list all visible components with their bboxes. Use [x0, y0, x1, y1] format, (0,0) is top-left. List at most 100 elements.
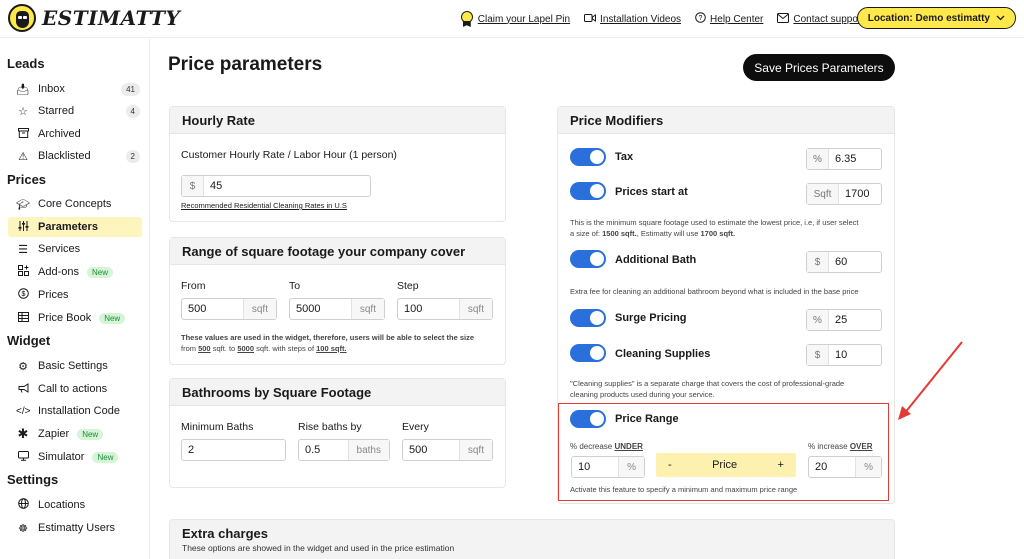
- leads-section-title: Leads: [7, 56, 45, 71]
- hourly-rate-title: Hourly Rate: [170, 107, 505, 134]
- list-icon: ☰: [18, 243, 28, 256]
- new-badge: New: [77, 428, 104, 440]
- svg-text:$: $: [21, 291, 25, 298]
- annotation-arrow-icon: [898, 341, 963, 420]
- contact-support-link[interactable]: Contact support: [777, 11, 864, 27]
- sidebar-item-call-to-actions[interactable]: Call to actions: [8, 379, 142, 399]
- every-input[interactable]: 500 sqft: [402, 439, 493, 461]
- location-selector[interactable]: Location: Demo estimatty: [856, 7, 1016, 29]
- claim-pin-link[interactable]: Claim your Lapel Pin: [460, 11, 570, 27]
- sidebar-item-prices[interactable]: $ Prices: [8, 285, 142, 305]
- rise-baths-input[interactable]: 0.5 baths: [298, 439, 390, 461]
- range-note-line1: These values are used in the widget, the…: [181, 333, 475, 342]
- surge-pricing-input[interactable]: % 25: [806, 309, 882, 331]
- from-label: From: [181, 280, 206, 292]
- bathrooms-card: Bathrooms by Square Footage: [169, 378, 506, 488]
- svg-text:?: ?: [699, 15, 703, 22]
- to-input[interactable]: 5000 sqft: [289, 298, 385, 320]
- price-modifiers-title: Price Modifiers: [558, 107, 894, 134]
- price-decrease-button[interactable]: -: [668, 459, 672, 471]
- surge-pricing-toggle[interactable]: [570, 309, 606, 327]
- cleaning-supplies-note-line2: cleaning products used during your servi…: [570, 390, 715, 399]
- archive-icon: [16, 127, 30, 141]
- cleaning-supplies-toggle[interactable]: [570, 344, 606, 362]
- extra-charges-subtitle: These options are showed in the widget a…: [182, 543, 455, 553]
- additional-bath-label: Additional Bath: [615, 254, 697, 266]
- sidebar-item-locations[interactable]: Locations: [8, 495, 142, 515]
- sidebar-item-blacklisted[interactable]: ⚠︎ Blacklisted 2: [8, 146, 142, 166]
- top-bar: ESTIMATTY Claim your Lapel Pin Installat…: [0, 0, 1024, 38]
- logo[interactable]: ESTIMATTY: [8, 4, 180, 32]
- mail-icon: [777, 12, 790, 26]
- price-range-toggle[interactable]: [570, 410, 606, 428]
- save-prices-parameters-button[interactable]: Save Prices Parameters: [743, 54, 895, 81]
- prices-start-toggle[interactable]: [570, 182, 606, 200]
- bathrooms-title: Bathrooms by Square Footage: [170, 379, 505, 406]
- new-badge: New: [99, 312, 126, 324]
- tax-toggle[interactable]: [570, 148, 606, 166]
- recommended-rates-link[interactable]: Recommended Residential Cleaning Rates i…: [181, 201, 347, 210]
- price-range-note: Activate this feature to specify a minim…: [570, 485, 798, 494]
- price-range-preview: - Price +: [656, 453, 796, 477]
- decrease-under-label: % decrease UNDER: [570, 442, 643, 451]
- sidebar-item-simulator[interactable]: Simulator New: [8, 447, 142, 467]
- settings-section-title: Settings: [7, 472, 59, 487]
- every-label: Every: [402, 421, 429, 433]
- code-icon: </>: [16, 405, 31, 417]
- prices-start-note-line1: This is the minimum square footage used …: [570, 218, 859, 227]
- prices-start-note-line2: a size of: 1500 sqft., Estimatty will us…: [570, 229, 736, 238]
- sidebar-item-core-concepts[interactable]: 🎓︎ Core Concepts: [8, 194, 142, 214]
- price-preview-label: Price: [712, 459, 738, 471]
- megaphone-icon: [16, 382, 30, 396]
- rise-baths-label: Rise baths by: [298, 421, 362, 433]
- widget-section-title: Widget: [7, 333, 51, 348]
- new-badge: New: [86, 266, 113, 278]
- graduation-cap-icon: 🎓︎: [16, 198, 30, 211]
- sidebar-item-zapier[interactable]: ✱ Zapier New: [8, 424, 142, 444]
- chevron-down-icon: [996, 13, 1005, 24]
- sidebar-item-basic-settings[interactable]: ⚙︎ Basic Settings: [8, 356, 142, 376]
- star-icon: ☆: [18, 105, 28, 118]
- extra-charges-card: Extra charges These options are showed i…: [169, 519, 895, 559]
- increase-over-label: % increase OVER: [808, 442, 873, 451]
- additional-bath-toggle[interactable]: [570, 250, 606, 268]
- sidebar-item-estimatty-users[interactable]: ☸︎ Estimatty Users: [8, 518, 142, 538]
- table-icon: [16, 311, 30, 325]
- lapel-pin-icon: [460, 11, 474, 27]
- help-icon: ?: [695, 12, 706, 26]
- new-badge: New: [92, 451, 119, 463]
- sidebar-item-parameters[interactable]: Parameters: [8, 217, 142, 237]
- cleaning-supplies-note-line1: "Cleaning supplies" is a separate charge…: [570, 379, 845, 388]
- sidebar-item-inbox[interactable]: 📥︎ Inbox 41: [8, 79, 142, 99]
- sidebar-item-price-book[interactable]: Price Book New: [8, 308, 142, 328]
- step-input[interactable]: 100 sqft: [397, 298, 493, 320]
- dollar-circle-icon: $: [16, 288, 30, 302]
- installation-videos-link[interactable]: Installation Videos: [584, 11, 681, 27]
- additional-bath-input[interactable]: $ 60: [806, 251, 882, 273]
- min-baths-input[interactable]: 2: [181, 439, 286, 461]
- cleaning-supplies-input[interactable]: $ 10: [806, 344, 882, 366]
- from-input[interactable]: 500 sqft: [181, 298, 277, 320]
- header-links: Claim your Lapel Pin Installation Videos…: [460, 11, 864, 27]
- increase-over-input[interactable]: 20 %: [808, 456, 882, 478]
- sidebar-item-archived[interactable]: Archived: [8, 124, 142, 144]
- sidebar-item-services[interactable]: ☰ Services: [8, 239, 142, 259]
- sidebar-item-add-ons[interactable]: Add-ons New: [8, 262, 142, 282]
- sliders-icon: [16, 220, 30, 234]
- prices-start-input[interactable]: Sqft 1700: [806, 183, 882, 205]
- to-label: To: [289, 280, 301, 292]
- sidebar-item-starred[interactable]: ☆ Starred 4: [8, 101, 142, 121]
- additional-bath-note: Extra fee for cleaning an additional bat…: [570, 287, 859, 296]
- surge-pricing-label: Surge Pricing: [615, 312, 687, 324]
- prices-section-title: Prices: [7, 172, 47, 187]
- decrease-under-input[interactable]: 10 %: [571, 456, 645, 478]
- sidebar: Leads 📥︎ Inbox 41 ☆ Starred 4 Archived ⚠…: [0, 39, 150, 559]
- extra-charges-title: Extra charges: [182, 526, 268, 541]
- price-increase-button[interactable]: +: [778, 459, 784, 471]
- help-center-link[interactable]: ? Help Center: [695, 11, 763, 27]
- hourly-rate-input[interactable]: $ 45: [181, 175, 371, 197]
- warning-icon: ⚠︎: [18, 150, 28, 163]
- tax-input[interactable]: % 6.35: [806, 148, 882, 170]
- sidebar-item-installation-code[interactable]: </> Installation Code: [8, 401, 142, 421]
- cleaning-supplies-label: Cleaning Supplies: [615, 348, 711, 360]
